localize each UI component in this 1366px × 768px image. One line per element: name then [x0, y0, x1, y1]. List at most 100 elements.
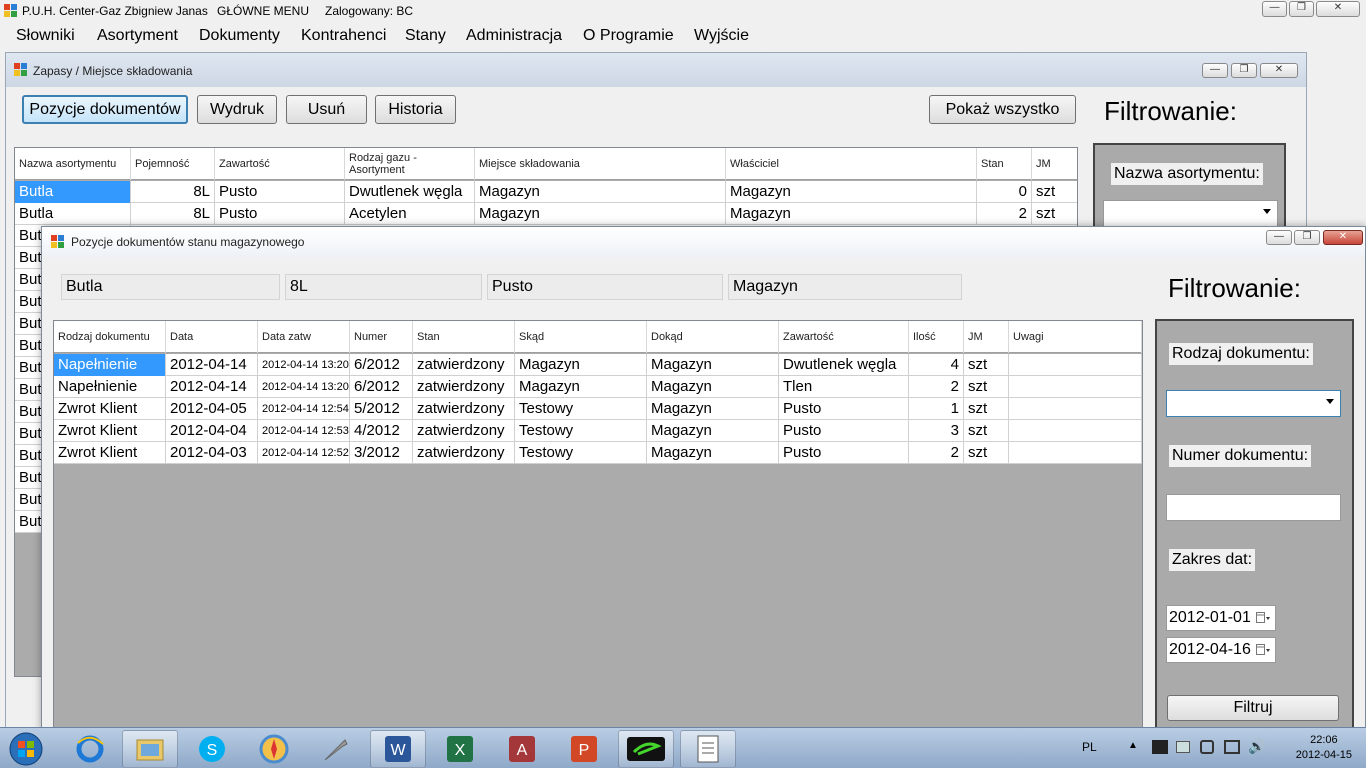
cell[interactable]: Pusto [779, 420, 909, 442]
cell[interactable]: zatwierdzony [413, 442, 515, 464]
print-button[interactable]: Wydruk [197, 95, 277, 124]
table-row[interactable]: Butla 8L Pusto Dwutlenek węgla Magazyn M… [15, 181, 1077, 203]
file-explorer-icon[interactable] [122, 730, 178, 768]
col-header[interactable]: Uwagi [1009, 321, 1142, 353]
cell[interactable]: Zwrot Klient [54, 442, 166, 464]
cell[interactable]: Magazyn [475, 181, 726, 203]
col-header[interactable]: Zawartość [215, 148, 345, 180]
menu-slowniki[interactable]: Słowniki [16, 27, 75, 45]
cell[interactable]: Testowy [515, 442, 647, 464]
cell[interactable]: 4/2012 [350, 420, 413, 442]
cell[interactable] [1009, 398, 1142, 420]
tray-keyboard-icon[interactable] [1176, 741, 1190, 753]
cell[interactable]: Butla [15, 203, 131, 225]
cell[interactable]: 2 [909, 442, 964, 464]
col-header[interactable]: Miejsce składowania [475, 148, 726, 180]
col-header[interactable]: Ilość [909, 321, 964, 353]
positions-minimize-button[interactable]: — [1266, 230, 1292, 245]
show-all-button[interactable]: Pokaż wszystko [929, 95, 1076, 124]
tray-network-icon[interactable] [1224, 740, 1240, 754]
col-header[interactable]: Zawartość [779, 321, 909, 353]
cell[interactable] [1009, 376, 1142, 398]
col-header[interactable]: Dokąd [647, 321, 779, 353]
col-header[interactable]: Data [166, 321, 258, 353]
cell[interactable]: Magazyn [515, 354, 647, 376]
filter-button[interactable]: Filtruj [1167, 695, 1339, 721]
razer-icon[interactable] [618, 730, 674, 768]
stock-minimize-button[interactable]: — [1202, 63, 1228, 78]
cell[interactable]: Magazyn [647, 354, 779, 376]
menu-asortyment[interactable]: Asortyment [97, 27, 178, 45]
cell[interactable]: Pusto [779, 398, 909, 420]
clock[interactable]: 22:06 2012-04-15 [1296, 733, 1352, 763]
main-close-button[interactable]: ✕ [1316, 1, 1360, 17]
doc-number-input[interactable] [1166, 494, 1341, 521]
document-icon[interactable] [680, 730, 736, 768]
cell[interactable]: zatwierdzony [413, 376, 515, 398]
document-positions-button[interactable]: Pozycje dokumentów [22, 95, 188, 124]
safari-icon[interactable] [246, 730, 302, 768]
cell[interactable]: szt [964, 442, 1009, 464]
menu-administracja[interactable]: Administracja [466, 27, 562, 45]
chevron-down-icon[interactable] [1326, 399, 1334, 404]
cell[interactable]: 2012-04-14 12:54 [258, 398, 350, 420]
cell[interactable]: Magazyn [475, 203, 726, 225]
cell[interactable]: 2012-04-14 12:53 [258, 420, 350, 442]
col-header[interactable]: Nazwa asortymentu [15, 148, 131, 180]
access-icon[interactable]: A [494, 730, 550, 768]
cell[interactable]: 3/2012 [350, 442, 413, 464]
col-header[interactable]: JM [1032, 148, 1077, 180]
cell[interactable]: 2012-04-14 [166, 354, 258, 376]
start-button[interactable] [2, 730, 50, 768]
cell[interactable]: 2012-04-04 [166, 420, 258, 442]
col-header[interactable]: JM [964, 321, 1009, 353]
cell[interactable]: szt [964, 398, 1009, 420]
cell[interactable]: szt [1032, 203, 1077, 225]
cell[interactable]: 5/2012 [350, 398, 413, 420]
table-row[interactable]: Napełnienie 2012-04-14 2012-04-14 13:20 6/2… [54, 376, 1142, 398]
menu-o-programie[interactable]: O Programie [583, 27, 674, 45]
col-header[interactable]: Stan [977, 148, 1032, 180]
cell[interactable]: Napełnienie [54, 376, 166, 398]
tray-app-icon[interactable] [1152, 740, 1168, 754]
menu-dokumenty[interactable]: Dokumenty [199, 27, 280, 45]
cell[interactable]: Zwrot Klient [54, 420, 166, 442]
history-button[interactable]: Historia [375, 95, 456, 124]
cell[interactable]: 2012-04-14 13:20 [258, 354, 350, 376]
col-header[interactable]: Rodzaj dokumentu [54, 321, 166, 353]
cell[interactable]: Magazyn [515, 376, 647, 398]
assortment-name-combo[interactable] [1103, 200, 1278, 227]
cell[interactable]: Magazyn [647, 442, 779, 464]
table-row[interactable]: Zwrot Klient 2012-04-05 2012-04-14 12:54 5/… [54, 398, 1142, 420]
cell[interactable]: Napełnienie [54, 354, 166, 376]
powerpoint-icon[interactable]: P [556, 730, 612, 768]
cell[interactable]: 2012-04-03 [166, 442, 258, 464]
cell[interactable]: 6/2012 [350, 376, 413, 398]
cell[interactable] [1009, 354, 1142, 376]
cell[interactable]: 2012-04-14 12:52 [258, 442, 350, 464]
excel-icon[interactable]: X [432, 730, 488, 768]
col-header[interactable]: Numer [350, 321, 413, 353]
cell[interactable]: Magazyn [726, 181, 977, 203]
cell[interactable]: 8L [131, 181, 215, 203]
date-to-picker[interactable]: 2012-04-16 [1166, 637, 1276, 663]
col-header[interactable]: Skąd [515, 321, 647, 353]
cell[interactable]: Magazyn [647, 398, 779, 420]
cell[interactable]: 2 [909, 376, 964, 398]
cell[interactable]: 6/2012 [350, 354, 413, 376]
menu-stany[interactable]: Stany [405, 27, 446, 45]
cell[interactable]: 2012-04-14 13:20 [258, 376, 350, 398]
cell[interactable]: Pusto [779, 442, 909, 464]
table-row[interactable]: Butla 8L Pusto Acetylen Magazyn Magazyn … [15, 203, 1077, 225]
cell[interactable]: Tlen [779, 376, 909, 398]
cell[interactable]: 1 [909, 398, 964, 420]
tray-expand-icon[interactable]: ▲ [1128, 740, 1138, 751]
cell[interactable]: szt [964, 376, 1009, 398]
main-restore-button[interactable]: ❐ [1289, 1, 1314, 17]
menu-wyjscie[interactable]: Wyjście [694, 27, 749, 45]
table-row[interactable]: Napełnienie 2012-04-14 2012-04-14 13:20 6/2… [54, 354, 1142, 376]
tray-volume-icon[interactable]: 🔊 [1248, 738, 1265, 755]
cell[interactable]: Magazyn [647, 376, 779, 398]
col-header[interactable]: Rodzaj gazu - Asortyment [345, 148, 475, 180]
language-indicator[interactable]: PL [1082, 740, 1097, 754]
